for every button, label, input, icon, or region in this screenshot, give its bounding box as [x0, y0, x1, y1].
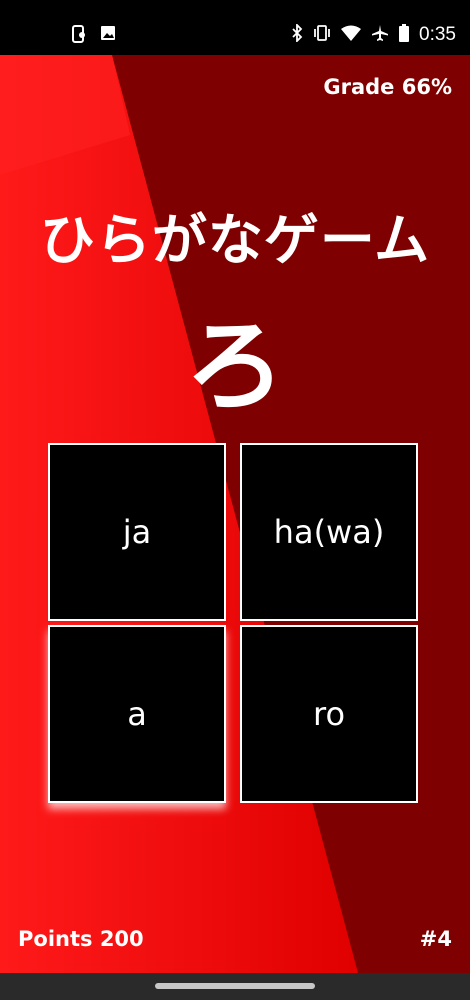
- phone-sync-icon: [72, 25, 86, 47]
- points-label: Points 200: [18, 927, 144, 951]
- navigation-bar: [0, 973, 470, 1000]
- wifi-icon: [341, 25, 362, 45]
- game-title: ひらがなゲーム: [39, 208, 431, 272]
- answer-tile[interactable]: ha(wa): [240, 443, 418, 621]
- battery-icon: [399, 24, 410, 46]
- answer-grid: ja ha(wa) a ro: [48, 443, 422, 809]
- answer-tile[interactable]: ja: [48, 443, 226, 621]
- home-handle[interactable]: [155, 983, 315, 989]
- game-screen: Grade 66% ひらがなゲーム ろ ja ha(wa) a ro Point…: [0, 55, 470, 973]
- grade-label: Grade 66%: [323, 75, 452, 99]
- answer-tile[interactable]: a: [48, 625, 226, 803]
- status-time: 0:35: [419, 24, 456, 45]
- status-right-icons: 0:35: [291, 22, 456, 46]
- prompt-kana: ろ: [185, 308, 285, 425]
- answer-tile[interactable]: ro: [240, 625, 418, 803]
- status-bar: 0:35: [0, 0, 470, 55]
- airplane-icon: [371, 24, 389, 46]
- image-icon: [100, 25, 116, 47]
- vibrate-icon: [313, 25, 331, 45]
- status-left-icons: [72, 25, 116, 47]
- question-number: #4: [419, 927, 452, 951]
- bluetooth-icon: [291, 22, 303, 46]
